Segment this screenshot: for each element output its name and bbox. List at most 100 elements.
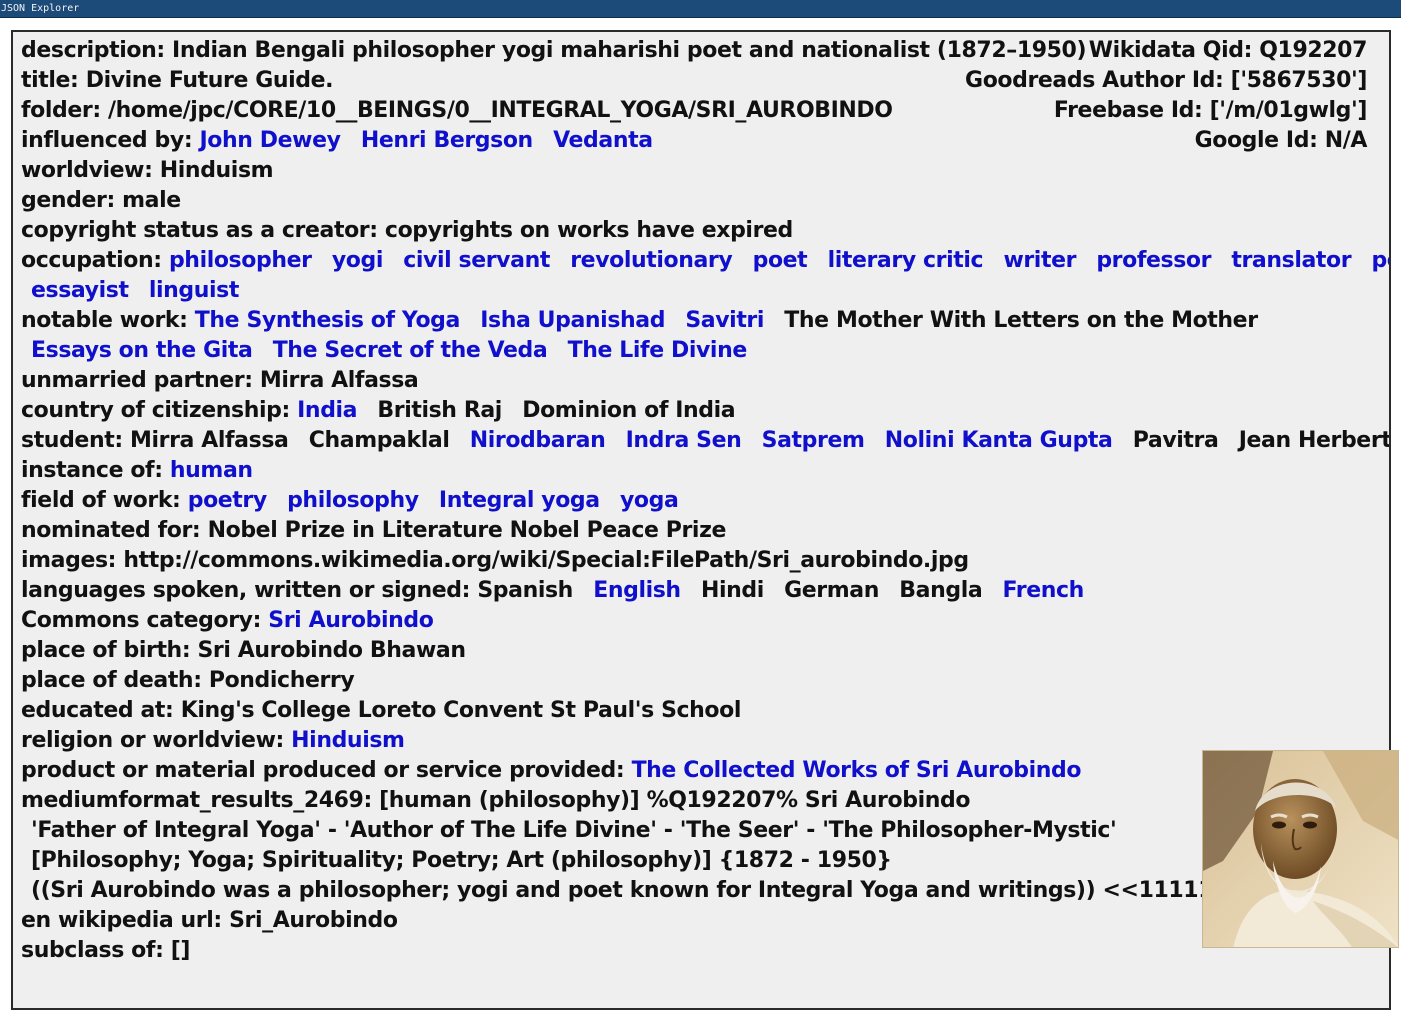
link-occupation[interactable]: politician [1371, 248, 1389, 273]
row-languages: languages spoken, written or signed: Spa… [21, 576, 1381, 606]
row-student: student: Mirra Alfassa Champaklal Nirodb… [21, 426, 1389, 456]
row-citizenship: country of citizenship: India British Ra… [21, 396, 1381, 426]
row-title: title: Divine Future Guide. [21, 66, 1381, 96]
link-student[interactable]: Nirodbaran [470, 428, 606, 453]
field-label: notable work: [21, 308, 188, 333]
field-value: Sri_Aurobindo [229, 908, 398, 933]
language-text: German [784, 578, 879, 603]
field-label: country of citizenship: [21, 398, 290, 423]
link-student[interactable]: Nolini Kanta Gupta [885, 428, 1113, 453]
field-value: http://commons.wikimedia.org/wiki/Specia… [123, 548, 969, 573]
link-occupation[interactable]: translator [1231, 248, 1351, 273]
entity-panel: Wikidata Qid: Q192207 Goodreads Author I… [11, 30, 1391, 1010]
field-label: mediumformat_results_2469: [21, 788, 372, 813]
field-value: [human (philosophy)] %Q192207% Sri Aurob… [379, 788, 971, 813]
student-text: Jean Herbert [1238, 428, 1391, 453]
link-language[interactable]: English [593, 578, 681, 603]
field-value: copyrights on works have expired [384, 218, 793, 243]
field-label: description: [21, 38, 165, 63]
link-field-of-work[interactable]: poetry [188, 488, 267, 513]
field-label: place of death: [21, 668, 202, 693]
field-label: nominated for: [21, 518, 201, 543]
field-label: Commons category: [21, 608, 262, 633]
country-text: British Raj [377, 398, 502, 423]
row-religion: religion or worldview: Hinduism [21, 726, 1381, 756]
link-commons-category[interactable]: Sri Aurobindo [268, 608, 434, 633]
field-label: instance of: [21, 458, 163, 483]
link-student[interactable]: Satprem [762, 428, 865, 453]
row-unmarried-partner: unmarried partner: Mirra Alfassa [21, 366, 1381, 396]
row-images: images: http://commons.wikimedia.org/wik… [21, 546, 1381, 576]
language-text: Spanish [477, 578, 573, 603]
link-field-of-work[interactable]: yoga [620, 488, 679, 513]
row-field-of-work: field of work: poetry philosophy Integra… [21, 486, 1381, 516]
link-notable-work[interactable]: The Secret of the Veda [273, 338, 548, 363]
row-folder: folder: /home/jpc/CORE/10__BEINGS/0__INT… [21, 96, 1381, 126]
row-place-of-death: place of death: Pondicherry [21, 666, 1381, 696]
link-influence[interactable]: Vedanta [553, 128, 653, 153]
field-label: occupation: [21, 248, 162, 273]
link-notable-work[interactable]: Isha Upanishad [480, 308, 665, 333]
link-occupation[interactable]: literary critic [828, 248, 984, 273]
field-value: Nobel Prize in Literature Nobel Peace Pr… [207, 518, 727, 543]
row-instance-of: instance of: human [21, 456, 1381, 486]
link-notable-work[interactable]: The Life Divine [568, 338, 748, 363]
field-label: folder: [21, 98, 101, 123]
field-label: worldview: [21, 158, 153, 183]
row-nominated-for: nominated for: Nobel Prize in Literature… [21, 516, 1381, 546]
link-country[interactable]: India [297, 398, 357, 423]
row-notable-work: notable work: The Synthesis of Yoga Isha… [21, 306, 1381, 336]
field-value: Pondicherry [208, 668, 355, 693]
language-text: Hindi [700, 578, 764, 603]
row-en-wikipedia: en wikipedia url: Sri_Aurobindo [21, 906, 1381, 936]
field-label: field of work: [21, 488, 181, 513]
link-student[interactable]: Indra Sen [626, 428, 742, 453]
link-occupation[interactable]: philosopher [169, 248, 312, 273]
notable-work-text: The Mother With Letters on the Mother [784, 308, 1258, 333]
link-occupation[interactable]: linguist [149, 278, 240, 303]
field-value: male [122, 188, 181, 213]
link-occupation[interactable]: yogi [332, 248, 384, 273]
row-place-of-birth: place of birth: Sri Aurobindo Bhawan [21, 636, 1381, 666]
link-notable-work[interactable]: The Synthesis of Yoga [195, 308, 461, 333]
row-educated-at: educated at: King's College Loreto Conve… [21, 696, 1381, 726]
student-text: Mirra Alfassa [130, 428, 289, 453]
window-title: JSON Explorer [1, 3, 80, 14]
link-influence[interactable]: John Dewey [199, 128, 340, 153]
link-occupation[interactable]: civil servant [403, 248, 550, 273]
link-notable-work[interactable]: Savitri [685, 308, 764, 333]
link-occupation[interactable]: essayist [31, 278, 129, 303]
field-label: gender: [21, 188, 115, 213]
field-label: educated at: [21, 698, 174, 723]
mediumformat-line: ((Sri Aurobindo was a philosopher; yogi … [31, 878, 1288, 903]
link-language[interactable]: French [1003, 578, 1085, 603]
link-occupation[interactable]: revolutionary [570, 248, 733, 273]
portrait-photo [1202, 750, 1399, 948]
row-commons-category: Commons category: Sri Aurobindo [21, 606, 1381, 636]
link-notable-work[interactable]: Essays on the Gita [31, 338, 253, 363]
row-mediumformat: mediumformat_results_2469: [human (philo… [21, 786, 1381, 816]
link-field-of-work[interactable]: philosophy [287, 488, 419, 513]
field-value: Hinduism [159, 158, 274, 183]
field-value: Divine Future Guide. [85, 68, 334, 93]
field-label: unmarried partner: [21, 368, 253, 393]
link-influence[interactable]: Henri Bergson [361, 128, 533, 153]
link-occupation[interactable]: poet [753, 248, 808, 273]
link-occupation[interactable]: writer [1003, 248, 1076, 273]
field-label: subclass of: [21, 938, 164, 963]
link-field-of-work[interactable]: Integral yoga [439, 488, 600, 513]
row-product: product or material produced or service … [21, 756, 1381, 786]
link-product[interactable]: The Collected Works of Sri Aurobindo [632, 758, 1082, 783]
title-bar: JSON Explorer [0, 0, 1401, 18]
link-occupation[interactable]: professor [1096, 248, 1211, 273]
field-label: title: [21, 68, 79, 93]
language-text: Bangla [899, 578, 983, 603]
link-religion[interactable]: Hinduism [291, 728, 405, 753]
field-label: en wikipedia url: [21, 908, 222, 933]
link-instance-of[interactable]: human [170, 458, 253, 483]
field-label: religion or worldview: [21, 728, 284, 753]
row-occupation-continued: essayist linguist [31, 276, 1371, 306]
row-gender: gender: male [21, 186, 1381, 216]
field-label: languages spoken, written or signed: [21, 578, 471, 603]
field-value: King's College Loreto Convent St Paul's … [180, 698, 742, 723]
